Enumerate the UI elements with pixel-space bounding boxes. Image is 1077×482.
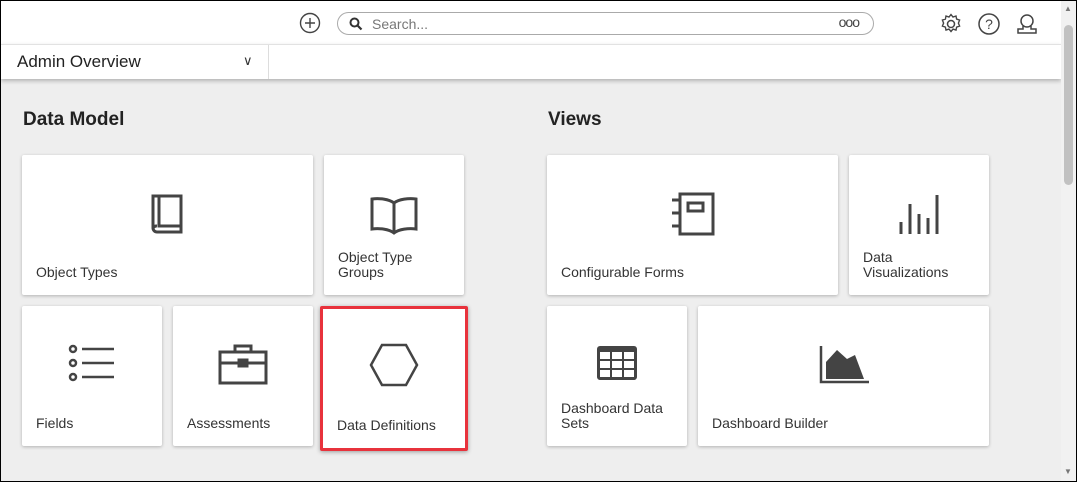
dashboard-bar: Admin Overview ∨ <box>1 44 1061 79</box>
label-line: Object Type <box>338 249 413 265</box>
book-icon <box>151 194 182 234</box>
card-label: Data Definitions <box>337 417 436 433</box>
help-icon[interactable]: ? <box>977 12 1001 36</box>
card-dashboard-builder[interactable]: Dashboard Builder <box>698 306 989 446</box>
card-label: Data Visualizations <box>863 250 948 280</box>
plus-circle-icon[interactable] <box>299 12 321 34</box>
scrollbar[interactable]: ▲ ▼ <box>1061 1 1076 481</box>
label-line: Visualizations <box>863 264 949 280</box>
card-label: Fields <box>36 415 74 431</box>
scrollbar-thumb[interactable] <box>1064 25 1073 185</box>
card-data-visualizations[interactable]: Data Visualizations <box>849 155 989 295</box>
scroll-up-icon[interactable]: ▲ <box>1064 4 1072 13</box>
card-fields[interactable]: Fields <box>22 306 162 446</box>
label-line: Dashboard Data <box>561 400 663 416</box>
svg-text:?: ? <box>985 16 993 32</box>
card-label: Dashboard Data Sets <box>561 401 663 431</box>
notebook-icon <box>671 192 714 236</box>
list-icon <box>68 344 114 382</box>
bar-chart-icon <box>899 195 939 234</box>
gear-icon[interactable] <box>939 12 963 36</box>
top-bar: Search... ooo ? <box>1 1 1061 44</box>
card-data-definitions[interactable]: Data Definitions <box>320 306 468 451</box>
briefcase-icon <box>218 344 268 385</box>
section-data-model: Data Model <box>23 109 125 130</box>
chevron-down-icon: ∨ <box>243 53 253 68</box>
card-label: Object Type Groups <box>338 250 412 280</box>
section-views: Views <box>548 109 602 130</box>
search-placeholder: Search... <box>372 16 429 32</box>
search-icon <box>349 17 363 31</box>
app-window: Search... ooo ? Admin Overview ∨ Data Mo… <box>1 1 1076 481</box>
search-input[interactable]: Search... ooo <box>337 12 874 35</box>
area-chart-icon <box>819 346 869 384</box>
card-label: Configurable Forms <box>561 264 684 280</box>
dashboard-select[interactable]: Admin Overview ∨ <box>1 45 269 79</box>
hexagon-icon <box>369 343 419 387</box>
label-line: Data <box>863 249 893 265</box>
card-dashboard-data-sets[interactable]: Dashboard Data Sets <box>547 306 687 446</box>
table-grid-icon <box>597 346 637 380</box>
card-object-types[interactable]: Object Types <box>22 155 313 295</box>
card-label: Object Types <box>36 264 118 280</box>
label-line: Sets <box>561 415 590 431</box>
scroll-down-icon[interactable]: ▼ <box>1064 467 1072 476</box>
dashboard-select-value: Admin Overview <box>17 52 141 71</box>
search-options-icon[interactable]: ooo <box>839 14 860 30</box>
open-book-icon <box>370 197 418 235</box>
label-line: Groups <box>338 264 384 280</box>
card-label: Assessments <box>187 415 271 431</box>
card-object-type-groups[interactable]: Object Type Groups <box>324 155 464 295</box>
card-configurable-forms[interactable]: Configurable Forms <box>547 155 838 295</box>
user-icon[interactable] <box>1015 12 1039 36</box>
card-assessments[interactable]: Assessments <box>173 306 313 446</box>
card-label: Dashboard Builder <box>712 415 828 431</box>
